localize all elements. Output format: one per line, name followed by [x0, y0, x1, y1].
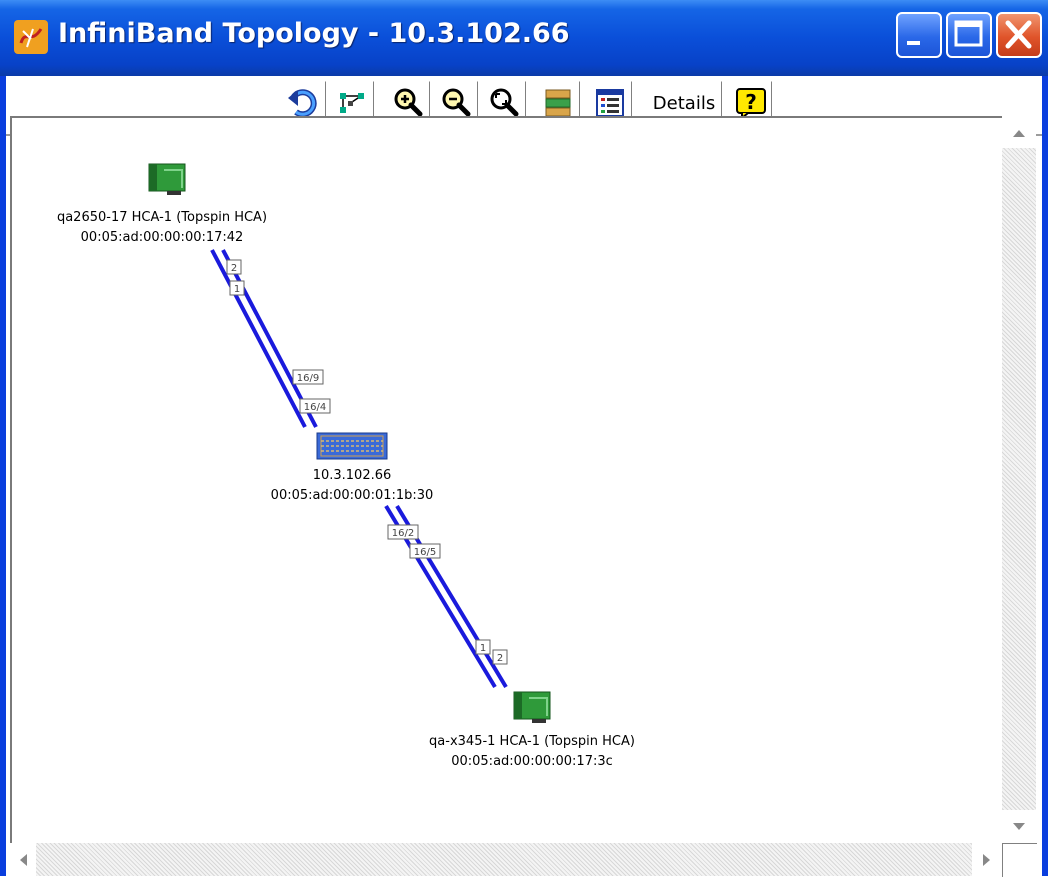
app-window: InfiniBand Topology - 10.3.102.66 Detail… [0, 0, 1048, 877]
hca-card-icon[interactable] [148, 163, 186, 195]
close-icon [1005, 20, 1032, 49]
svg-text:16/5: 16/5 [414, 547, 436, 558]
scroll-left-button[interactable] [10, 843, 36, 876]
scroll-down-button[interactable] [1002, 810, 1036, 843]
link-line[interactable] [210, 249, 307, 428]
port-label: 16/2 [387, 524, 419, 540]
arrow-right-icon [983, 853, 990, 866]
svg-text:2: 2 [231, 263, 237, 274]
switch-node-label: 10.3.102.66 00:05:ad:00:00:01:1b:30 [212, 466, 492, 506]
port-label: 2 [226, 259, 242, 275]
switch-icon[interactable] [316, 432, 388, 460]
scroll-right-button[interactable] [972, 843, 1002, 876]
hca-node-label: qa2650-17 HCA-1 (Topspin HCA) 00:05:ad:0… [32, 208, 292, 248]
svg-text:16/4: 16/4 [304, 402, 326, 413]
port-label: 16/9 [292, 369, 324, 385]
svg-text:1: 1 [480, 643, 486, 654]
node-name: 10.3.102.66 [312, 468, 392, 483]
port-label: 16/4 [299, 398, 331, 414]
arrow-left-icon [20, 853, 27, 866]
node-guid: 00:05:ad:00:00:00:17:3c [451, 754, 613, 769]
port-label: 1 [475, 639, 491, 655]
vertical-scrollbar[interactable] [1002, 118, 1036, 843]
svg-text:16/2: 16/2 [392, 528, 414, 539]
maximize-button[interactable] [946, 12, 992, 58]
legend-list-icon [596, 89, 624, 117]
title-bar[interactable]: InfiniBand Topology - 10.3.102.66 [0, 0, 1048, 76]
minimize-button[interactable] [896, 12, 942, 58]
layout-icon [545, 89, 571, 117]
undo-arrow-icon [288, 89, 317, 118]
node-name: qa-x345-1 HCA-1 (Topspin HCA) [429, 734, 635, 749]
hca-node-label: qa-x345-1 HCA-1 (Topspin HCA) 00:05:ad:0… [392, 732, 672, 772]
svg-text:1: 1 [234, 284, 240, 295]
client-area: Details ? 2 1 16/9 16/4 16/2 16/5 1 2 qa… [6, 76, 1042, 877]
hca-card-icon[interactable] [513, 691, 551, 723]
port-label: 16/5 [409, 543, 441, 559]
port-label: 1 [229, 280, 245, 296]
zoom-region-icon [490, 88, 519, 117]
node-guid: 00:05:ad:00:00:00:17:42 [80, 230, 244, 245]
scroll-up-button[interactable] [1002, 118, 1036, 148]
maximize-icon [954, 20, 983, 47]
arrow-down-icon [1013, 822, 1025, 830]
horizontal-scrollbar[interactable] [10, 843, 1036, 876]
app-logo-icon [14, 20, 48, 54]
topology-canvas[interactable]: 2 1 16/9 16/4 16/2 16/5 1 2 qa2650-17 HC… [10, 116, 1002, 845]
help-icon: ? [736, 88, 766, 120]
minimize-icon [907, 41, 920, 45]
port-label: 2 [492, 649, 508, 665]
node-guid: 00:05:ad:00:00:01:1b:30 [270, 488, 434, 503]
arrow-up-icon [1013, 130, 1025, 137]
window-title: InfiniBand Topology - 10.3.102.66 [58, 18, 570, 49]
fit-graph-icon [340, 93, 364, 113]
zoom-out-icon [442, 88, 471, 117]
close-button[interactable] [996, 12, 1042, 58]
scrollbar-corner [1002, 843, 1037, 877]
zoom-in-icon [394, 88, 423, 117]
svg-text:2: 2 [497, 653, 503, 664]
node-name: qa2650-17 HCA-1 (Topspin HCA) [56, 210, 268, 225]
svg-text:16/9: 16/9 [297, 373, 319, 384]
svg-text:?: ? [745, 90, 757, 114]
